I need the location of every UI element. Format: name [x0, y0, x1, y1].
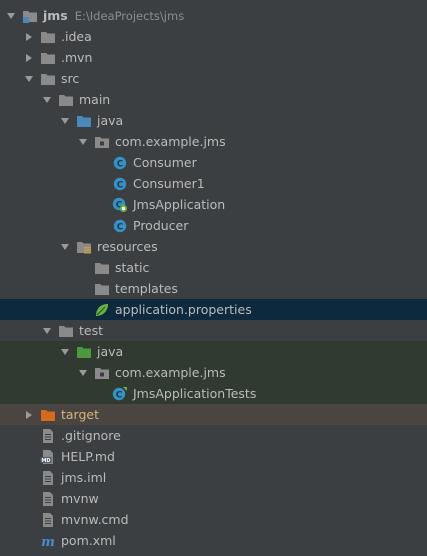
tree-item-label: target: [61, 407, 100, 422]
resources-folder-icon: [76, 239, 92, 255]
maven-icon: m: [40, 533, 56, 549]
tree-item-label: main: [79, 92, 111, 107]
tree-row[interactable]: MD HELP.md: [0, 446, 427, 467]
expanded-arrow-icon[interactable]: [40, 93, 54, 107]
tree-item-label: Producer: [133, 218, 189, 233]
tree-item-label: JmsApplicationTests: [133, 386, 257, 401]
collapsed-arrow-icon[interactable]: [22, 51, 36, 65]
tree-item-label: mvnw.cmd: [61, 512, 129, 527]
tree-item-label: mvnw: [61, 491, 99, 506]
package-icon: [94, 365, 110, 381]
svg-text:m: m: [41, 535, 55, 549]
tree-row[interactable]: mvnw.cmd: [0, 509, 427, 530]
markdown-file-icon: MD: [40, 449, 56, 465]
svg-text:C: C: [117, 159, 124, 169]
folder-icon: [58, 323, 74, 339]
expanded-arrow-icon[interactable]: [58, 345, 72, 359]
tree-row[interactable]: src: [0, 68, 427, 89]
tree-row[interactable]: resources: [0, 236, 427, 257]
expanded-arrow-icon[interactable]: [58, 114, 72, 128]
tree-item-label: com.example.jms: [115, 365, 226, 380]
java-class-icon: C: [112, 218, 128, 234]
text-file-icon: [40, 428, 56, 444]
folder-icon: [94, 281, 110, 297]
excluded-folder-icon: [40, 407, 56, 423]
tree-row[interactable]: .idea: [0, 26, 427, 47]
tree-item-label: jms.iml: [61, 470, 107, 485]
tree-item-label: templates: [115, 281, 178, 296]
tree-row[interactable]: static: [0, 257, 427, 278]
iml-file-icon: [40, 470, 56, 486]
spring-boot-class-icon: C: [112, 197, 128, 213]
folder-icon: [94, 260, 110, 276]
tree-row[interactable]: jms E:\IdeaProjects\jms: [0, 5, 427, 26]
tree-row[interactable]: com.example.jms: [0, 362, 427, 383]
package-icon: [94, 134, 110, 150]
java-class-icon: C: [112, 176, 128, 192]
expanded-arrow-icon[interactable]: [58, 240, 72, 254]
folder-icon: [58, 92, 74, 108]
tree-row[interactable]: C Consumer: [0, 152, 427, 173]
tree-item-label: .gitignore: [61, 428, 121, 443]
expanded-arrow-icon[interactable]: [76, 366, 90, 380]
tree-row[interactable]: m pom.xml: [0, 530, 427, 551]
tree-item-label: .idea: [61, 29, 92, 44]
tree-item-label: application.properties: [115, 302, 252, 317]
tree-row[interactable]: C JmsApplicationTests: [0, 383, 427, 404]
tree-item-label: JmsApplication: [133, 197, 226, 212]
tree-row[interactable]: C JmsApplication: [0, 194, 427, 215]
tree-item-label: resources: [97, 239, 158, 254]
tree-row[interactable]: mvnw: [0, 488, 427, 509]
tree-row[interactable]: C Consumer1: [0, 173, 427, 194]
collapsed-arrow-icon[interactable]: [22, 30, 36, 44]
folder-icon: [40, 71, 56, 87]
expanded-arrow-icon[interactable]: [76, 135, 90, 149]
text-file-icon: [40, 512, 56, 528]
tree-row[interactable]: jms.iml: [0, 467, 427, 488]
test-class-icon: C: [112, 386, 128, 402]
svg-text:C: C: [117, 222, 124, 232]
tree-row[interactable]: .mvn: [0, 47, 427, 68]
tree-row[interactable]: com.example.jms: [0, 131, 427, 152]
tree-row[interactable]: java: [0, 110, 427, 131]
java-class-icon: C: [112, 155, 128, 171]
folder-icon: [40, 29, 56, 45]
tree-item-label: java: [97, 113, 124, 128]
collapsed-arrow-icon[interactable]: [22, 408, 36, 422]
tree-row[interactable]: C Producer: [0, 215, 427, 236]
project-path: E:\IdeaProjects\jms: [74, 8, 185, 23]
tree-item-label: com.example.jms: [115, 134, 226, 149]
tree-item-label: jms: [43, 8, 68, 23]
svg-text:MD: MD: [41, 458, 50, 464]
source-root-folder-icon: [76, 113, 92, 129]
expanded-arrow-icon[interactable]: [4, 9, 18, 23]
tree-row[interactable]: target: [0, 404, 427, 425]
tree-item-label: .mvn: [61, 50, 93, 65]
tree-item-label: Consumer: [133, 155, 197, 170]
project-tree: jms E:\IdeaProjects\jms .idea .mvn src main ja…: [0, 0, 427, 556]
test-root-folder-icon: [76, 344, 92, 360]
tree-row[interactable]: main: [0, 89, 427, 110]
tree-item-label: test: [79, 323, 104, 338]
tree-row[interactable]: templates: [0, 278, 427, 299]
tree-row[interactable]: .gitignore: [0, 425, 427, 446]
svg-text:C: C: [116, 390, 123, 400]
folder-icon: [40, 50, 56, 66]
tree-item-label: Consumer1: [133, 176, 205, 191]
tree-row[interactable]: java: [0, 341, 427, 362]
tree-row[interactable]: test: [0, 320, 427, 341]
text-file-icon: [40, 491, 56, 507]
tree-row[interactable]: application.properties: [0, 299, 427, 320]
svg-text:C: C: [117, 180, 124, 190]
tree-item-label: pom.xml: [61, 533, 116, 548]
expanded-arrow-icon[interactable]: [40, 324, 54, 338]
module-folder-icon: [22, 8, 38, 24]
tree-item-label: static: [115, 260, 150, 275]
spring-leaf-icon: [94, 302, 110, 318]
tree-item-label: src: [61, 71, 80, 86]
expanded-arrow-icon[interactable]: [22, 72, 36, 86]
tree-item-label: HELP.md: [61, 449, 115, 464]
tree-item-label: java: [97, 344, 124, 359]
